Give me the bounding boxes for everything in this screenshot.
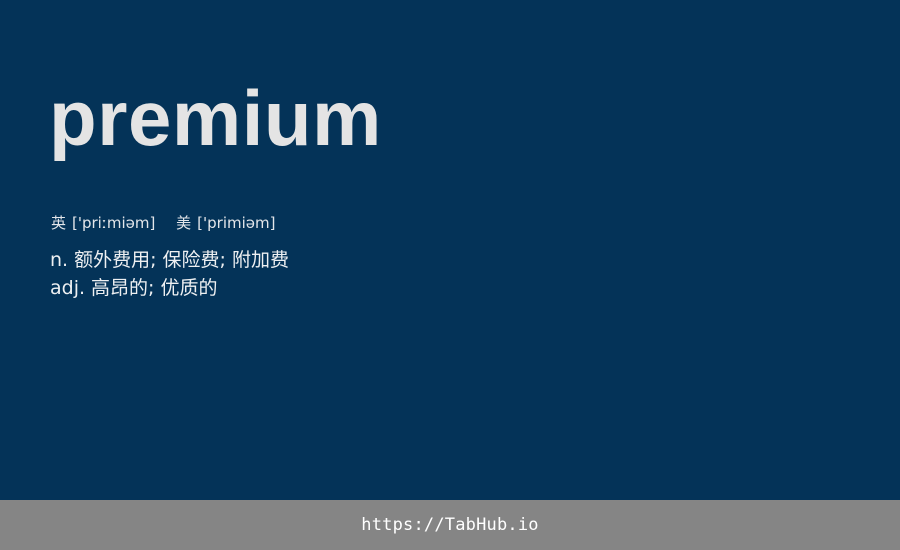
footer-bar: https://TabHub.io xyxy=(0,500,900,550)
definitions-list: n. 额外费用; 保险费; 附加费 adj. 高昂的; 优质的 xyxy=(50,246,289,302)
phonetic-us-region: 美 xyxy=(176,214,192,232)
word-card: premium 英 ['priːmiəm] 美 ['primiəm] n. 额外费用;… xyxy=(0,0,900,500)
definition-adjective-pos: adj. xyxy=(50,277,86,299)
definition-noun-pos: n. xyxy=(50,249,69,271)
definition-adjective: adj. 高昂的; 优质的 xyxy=(50,274,289,302)
phonetic-uk-region: 英 xyxy=(51,214,67,232)
phonetic-uk-ipa: ['priːmiəm] xyxy=(72,214,156,232)
definition-noun: n. 额外费用; 保险费; 附加费 xyxy=(50,246,289,274)
definition-noun-meaning: 额外费用; 保险费; 附加费 xyxy=(74,249,289,271)
phonetic-us-ipa: ['primiəm] xyxy=(197,214,276,232)
phonetics-row: 英 ['priːmiəm] 美 ['primiəm] xyxy=(51,212,275,234)
footer-url-link[interactable]: https://TabHub.io xyxy=(361,515,538,535)
definition-adjective-meaning: 高昂的; 优质的 xyxy=(91,277,218,299)
phonetic-uk: 英 ['priːmiəm] xyxy=(51,212,155,234)
word-headword: premium xyxy=(49,74,382,162)
phonetic-us: 美 ['primiəm] xyxy=(176,212,275,234)
